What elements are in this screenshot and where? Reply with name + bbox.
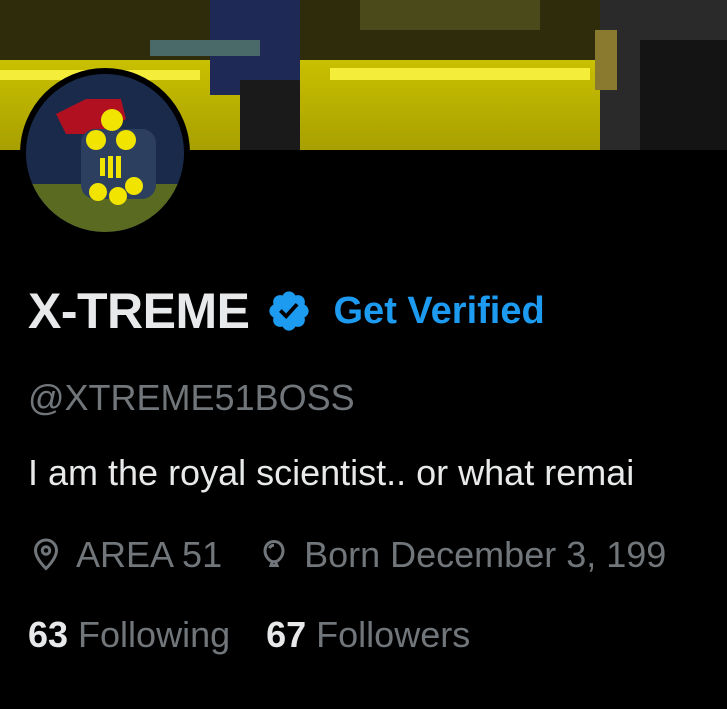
avatar-image [26, 74, 184, 232]
display-name: X-TREME [28, 283, 250, 339]
following-label: Following [78, 614, 231, 655]
following-count: 63 [28, 614, 69, 655]
verified-badge-icon[interactable] [266, 288, 312, 334]
followers-count: 67 [266, 614, 307, 655]
birthdate-item: Born December 3, 199 [256, 534, 666, 576]
following-link[interactable]: 63 Following [28, 614, 230, 656]
followers-label: Followers [316, 614, 471, 655]
location-item: AREA 51 [28, 534, 222, 576]
profile-bio: I am the royal scientist.. or what remai [28, 452, 635, 493]
location-text: AREA 51 [76, 534, 223, 575]
followers-link[interactable]: 67 Followers [266, 614, 470, 656]
location-pin-icon [28, 537, 64, 573]
name-row: X-TREME Get Verified [28, 282, 545, 340]
balloon-icon [256, 537, 292, 573]
profile-meta: AREA 51 Born December 3, 199 [28, 534, 666, 576]
profile-avatar[interactable] [20, 68, 190, 238]
profile-handle: @XTREME51BOSS [28, 377, 355, 418]
birthdate-text: Born December 3, 199 [304, 534, 667, 575]
follow-stats: 63 Following 67 Followers [28, 614, 470, 656]
get-verified-link[interactable]: Get Verified [334, 290, 545, 333]
